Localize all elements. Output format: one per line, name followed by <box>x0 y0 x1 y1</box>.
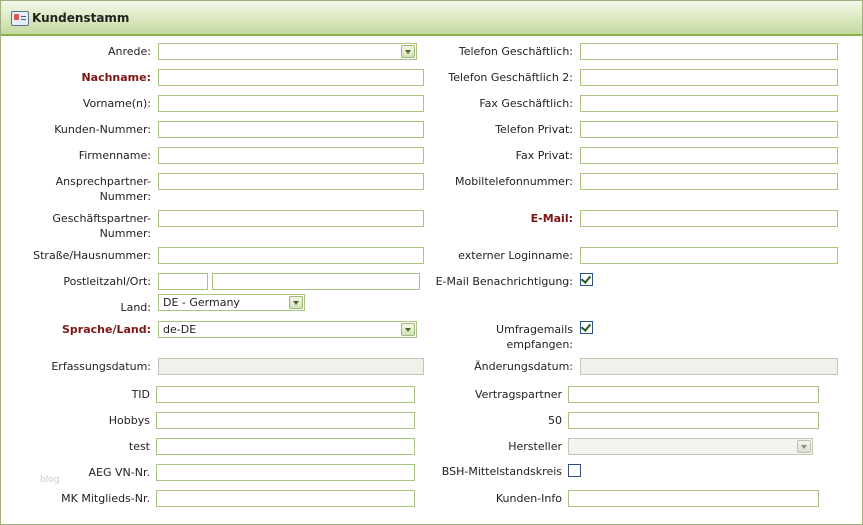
chevron-down-icon[interactable] <box>401 323 415 336</box>
checkmark-icon <box>580 273 592 284</box>
hersteller-label: Hersteller <box>508 440 562 453</box>
sprache-select[interactable]: de-DE <box>158 321 417 338</box>
kundennummer-input[interactable] <box>158 121 424 138</box>
tel-privat-label: Telefon Privat: <box>495 123 573 136</box>
login-input[interactable] <box>580 247 838 264</box>
umfragemails-label-line1: Umfragemails <box>496 323 573 336</box>
checkmark-icon <box>580 321 592 332</box>
geschaeftspartner-label: Geschäftspartner- Nummer: <box>20 211 151 241</box>
umfragemails-label: Umfragemails empfangen: <box>430 322 573 352</box>
fuenfzig-label: 50 <box>548 414 562 427</box>
panel-header: Kundenstamm <box>1 1 862 36</box>
fax-privat-input[interactable] <box>580 147 838 164</box>
ort-input[interactable] <box>212 273 420 290</box>
land-label: Land: <box>120 301 151 314</box>
chevron-down-icon[interactable] <box>797 440 811 453</box>
tid-input[interactable] <box>156 386 415 403</box>
aenderungsdatum-label: Änderungsdatum: <box>474 360 573 373</box>
ansprechpartner-label-line1: Ansprechpartner- <box>55 175 151 188</box>
aeg-input[interactable] <box>156 464 415 481</box>
sprache-label: Sprache/Land: <box>61 323 151 336</box>
test-label: test <box>128 440 150 453</box>
erfassungsdatum-label: Erfassungsdatum: <box>51 360 151 373</box>
bsh-checkbox[interactable] <box>568 464 581 477</box>
umfragemails-label-line2: empfangen: <box>506 338 573 351</box>
nachname-input[interactable] <box>158 69 424 86</box>
vorname-input[interactable] <box>158 95 424 112</box>
aenderungsdatum-input <box>580 358 838 375</box>
kundeninfo-label: Kunden-Info <box>495 492 562 505</box>
hobbys-input[interactable] <box>156 412 415 429</box>
plz-input[interactable] <box>158 273 208 290</box>
chevron-down-icon[interactable] <box>401 45 415 58</box>
strasse-label: Straße/Hausnummer: <box>33 249 151 262</box>
anrede-label: Anrede: <box>107 45 151 58</box>
nachname-label: Nachname: <box>81 71 151 84</box>
tel-privat-input[interactable] <box>580 121 838 138</box>
fax-privat-label: Fax Privat: <box>515 149 573 162</box>
tel-geschaeftlich-input[interactable] <box>580 43 838 60</box>
sprache-value: de-DE <box>163 323 197 336</box>
vorname-label: Vorname(n): <box>82 97 151 110</box>
email-benachrichtigung-checkbox[interactable] <box>580 273 593 286</box>
email-label: E-Mail: <box>530 212 573 225</box>
geschaeftspartner-label-line2: Nummer: <box>99 227 151 240</box>
tel-geschaeftlich2-label: Telefon Geschäftlich 2: <box>448 71 573 84</box>
geschaeftspartner-input[interactable] <box>158 210 424 227</box>
mk-input[interactable] <box>156 490 415 507</box>
geschaeftspartner-label-line1: Geschäftspartner- <box>52 212 151 225</box>
tel-geschaeftlich-label: Telefon Geschäftlich: <box>458 45 573 58</box>
ansprechpartner-input[interactable] <box>158 173 424 190</box>
mobil-label: Mobiltelefonnummer: <box>455 175 573 188</box>
kundeninfo-input[interactable] <box>568 490 819 507</box>
umfragemails-checkbox[interactable] <box>580 321 593 334</box>
vertragspartner-label: Vertragspartner <box>474 388 562 401</box>
strasse-input[interactable] <box>158 247 424 264</box>
watermark-text: blog <box>40 475 60 485</box>
test-input[interactable] <box>156 438 415 455</box>
land-value: DE - Germany <box>163 296 240 309</box>
ansprechpartner-label-line2: Nummer: <box>99 190 151 203</box>
firmenname-label: Firmenname: <box>78 149 151 162</box>
ansprechpartner-label: Ansprechpartner- Nummer: <box>20 174 151 204</box>
tid-label: TID <box>131 388 150 401</box>
chevron-down-icon[interactable] <box>289 296 303 309</box>
login-label: externer Loginname: <box>458 249 573 262</box>
email-input[interactable] <box>580 210 838 227</box>
panel-title: Kundenstamm <box>32 11 130 25</box>
fax-geschaeftlich-label: Fax Geschäftlich: <box>479 97 573 110</box>
hersteller-select[interactable] <box>568 438 813 455</box>
land-select[interactable]: DE - Germany <box>158 294 305 311</box>
tel-geschaeftlich2-input[interactable] <box>580 69 838 86</box>
vertragspartner-input[interactable] <box>568 386 819 403</box>
email-benachrichtigung-label: E-Mail Benachrichtigung: <box>435 275 573 288</box>
kundennummer-label: Kunden-Nummer: <box>54 123 151 136</box>
address-card-icon <box>11 11 29 26</box>
mk-label: MK Mitglieds-Nr. <box>61 492 150 505</box>
hobbys-label: Hobbys <box>108 414 150 427</box>
fuenfzig-input[interactable] <box>568 412 819 429</box>
fax-geschaeftlich-input[interactable] <box>580 95 838 112</box>
erfassungsdatum-input <box>158 358 424 375</box>
mobil-input[interactable] <box>580 173 838 190</box>
anrede-select[interactable] <box>158 43 417 60</box>
bsh-label: BSH-Mittelstandskreis <box>441 465 562 478</box>
plz-ort-label: Postleitzahl/Ort: <box>63 275 151 288</box>
firmenname-input[interactable] <box>158 147 424 164</box>
